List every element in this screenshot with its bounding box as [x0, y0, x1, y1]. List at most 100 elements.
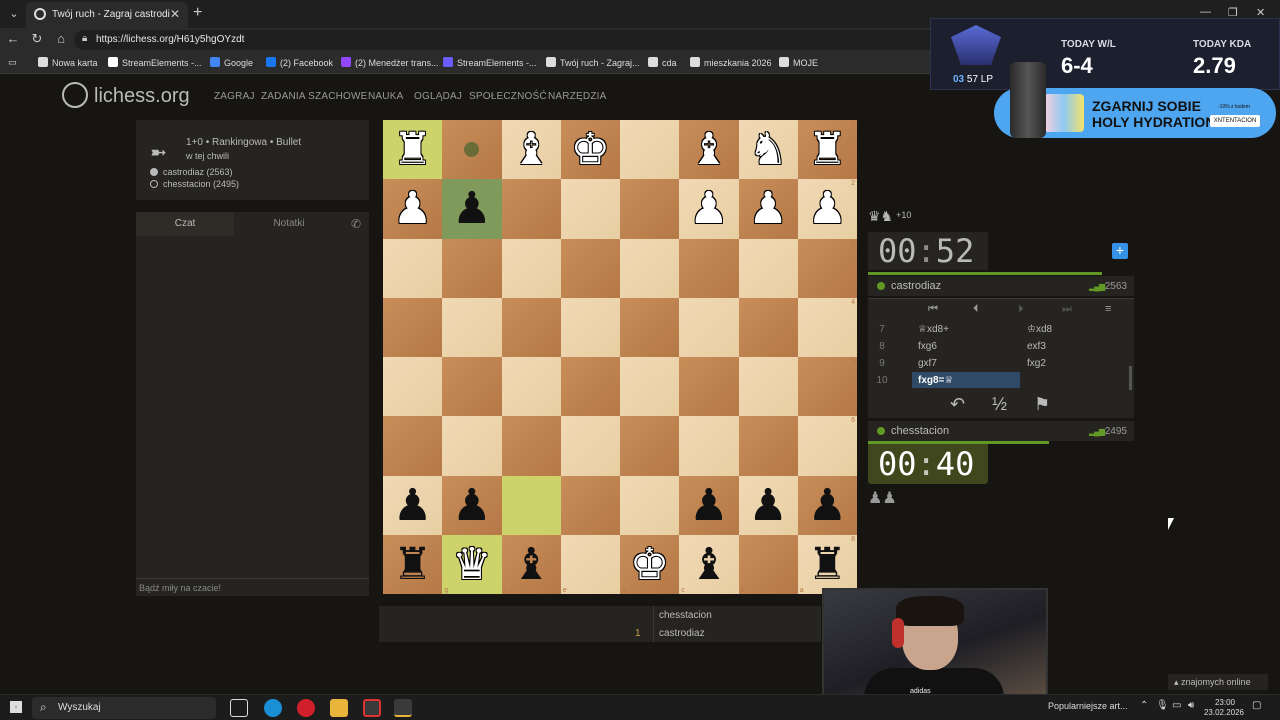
board-square[interactable]: 2 ♟ [797, 179, 857, 239]
taskbar-date[interactable]: 23.02.2026 [1200, 708, 1248, 717]
nav-community[interactable]: SPOŁECZNOŚĆ [469, 91, 547, 102]
my-player[interactable]: chesstacion ▂▄▆ 2495 [868, 421, 1134, 441]
tab-notes[interactable]: Notatki [234, 212, 344, 236]
bookmark-item[interactable]: Google [210, 57, 253, 68]
board-square[interactable] [501, 238, 561, 298]
volume-icon[interactable]: 🔊︎ [1188, 700, 1194, 711]
app-icon[interactable] [363, 699, 381, 717]
move-white[interactable]: ♕xd8+ [918, 324, 949, 335]
board-square[interactable] [442, 297, 502, 357]
bookmark-item[interactable]: cda [648, 57, 677, 68]
bookmark-folder[interactable]: mieszkania 2026 [690, 57, 772, 68]
board-square[interactable] [442, 238, 502, 298]
board-square[interactable] [501, 416, 561, 476]
white-queen-icon[interactable]: ♛ [442, 535, 501, 594]
board-square[interactable] [383, 357, 443, 417]
board-square[interactable]: g ♛ [442, 534, 502, 594]
board-square[interactable] [620, 238, 680, 298]
bookmark-item[interactable]: Nowa karta [38, 57, 98, 68]
board-square[interactable] [560, 297, 620, 357]
board-square[interactable] [501, 357, 561, 417]
last-move-icon[interactable]: ⏭ [1062, 303, 1072, 316]
minimize-icon[interactable]: — [1200, 6, 1211, 18]
tab-chat[interactable]: Czat [136, 212, 234, 236]
move-black[interactable]: exf3 [1027, 341, 1046, 352]
white-pawn-icon[interactable]: ♟ [739, 179, 798, 238]
browser-tab-active[interactable]: Twój ruch - Zagraj castrodiaz • lich ✕ [26, 2, 188, 28]
board-square[interactable]: ♞ [738, 120, 798, 180]
board-square[interactable] [679, 357, 739, 417]
new-tab-button[interactable]: + [193, 4, 202, 22]
board-square[interactable]: ♟ [679, 179, 739, 239]
board-square[interactable]: d ♚ [620, 534, 680, 594]
board-square[interactable] [560, 357, 620, 417]
board-square[interactable] [620, 297, 680, 357]
white-king-icon[interactable]: ♚ [561, 120, 620, 179]
board-square[interactable]: ♟ [442, 179, 502, 239]
board-square[interactable]: ♟ [679, 475, 739, 535]
board-square[interactable]: ♚ [560, 120, 620, 180]
board-square[interactable] [383, 416, 443, 476]
board-square[interactable]: ♝ [679, 120, 739, 180]
black-bishop-icon[interactable]: ♝ [679, 535, 738, 594]
board-square[interactable]: 4 [797, 297, 857, 357]
app-icon-active[interactable] [394, 699, 412, 717]
board-square[interactable] [738, 416, 798, 476]
first-move-icon[interactable]: ⏮ [928, 303, 938, 316]
board-square[interactable] [620, 475, 680, 535]
phone-icon[interactable]: ✆ [351, 217, 361, 231]
board-square[interactable]: 7 ♟ [797, 475, 857, 535]
black-pawn-icon[interactable]: ♟ [383, 476, 442, 535]
board-square[interactable]: ♟ [738, 475, 798, 535]
menu-icon[interactable]: ≡ [1105, 303, 1111, 315]
mic-icon[interactable]: 🎙︎ [1156, 700, 1169, 711]
black-bishop-icon[interactable]: ♝ [502, 535, 561, 594]
move-list-scrollbar[interactable] [1129, 366, 1132, 390]
board-square[interactable] [501, 475, 561, 535]
bookmark-item[interactable]: (2) Menedżer trans... [341, 57, 439, 68]
board-square[interactable]: ♟ [442, 475, 502, 535]
white-pawn-icon[interactable]: ♟ [679, 179, 738, 238]
board-square[interactable] [560, 475, 620, 535]
offer-draw-button[interactable]: ½ [992, 394, 1007, 415]
takeback-button[interactable]: ↶ [950, 394, 965, 415]
add-time-button[interactable]: + [1112, 243, 1128, 259]
crosstable-player[interactable]: castrodiaz [659, 628, 705, 639]
board-square[interactable] [738, 297, 798, 357]
nav-puzzles[interactable]: ZADANIA SZACHOWE [261, 91, 368, 102]
nav-tools[interactable]: NARZĘDZIA [548, 91, 606, 102]
windows-start-icon[interactable] [10, 701, 22, 713]
opera-icon[interactable] [297, 699, 315, 717]
tab-list-button[interactable]: ⌄ [4, 4, 24, 24]
board-square[interactable] [620, 357, 680, 417]
chat-input[interactable]: Bądź miły na czacie! [136, 578, 369, 596]
board-square[interactable] [560, 416, 620, 476]
tray-news[interactable]: Popularniejsze art... [1048, 701, 1128, 711]
address-bar[interactable]: 🔒︎ https://lichess.org/H61y5hgOYzdt [74, 30, 974, 50]
home-icon[interactable]: ⌂ [52, 31, 70, 46]
bookmark-item[interactable]: StreamElements -... [108, 57, 202, 68]
opponent-player[interactable]: castrodiaz ▂▄▆ 2563 [868, 276, 1134, 296]
crosstable-player[interactable]: chesstacion [659, 610, 712, 621]
board-square[interactable]: 8 a ♜ [797, 534, 857, 594]
chevron-up-icon[interactable]: ⌃ [1140, 700, 1148, 711]
bookmark-item[interactable]: StreamElements -... [443, 57, 537, 68]
black-pawn-icon[interactable]: ♟ [739, 476, 798, 535]
opponent-name[interactable]: castrodiaz [891, 280, 941, 292]
task-view-icon[interactable] [230, 699, 248, 717]
board-square[interactable]: ♜ [383, 120, 443, 180]
board-square[interactable]: ♟ [738, 179, 798, 239]
board-square[interactable]: c ♝ [679, 534, 739, 594]
white-bishop-icon[interactable]: ♝ [679, 120, 738, 179]
board-square[interactable] [620, 416, 680, 476]
black-pawn-icon[interactable]: ♟ [442, 476, 501, 535]
board-square[interactable] [560, 238, 620, 298]
black-pawn-icon[interactable]: ♟ [442, 179, 501, 238]
bookmark-item[interactable]: (2) Facebook [266, 57, 333, 68]
move-white-current[interactable]: fxg8=♕ [918, 375, 953, 386]
board-square[interactable] [442, 416, 502, 476]
board-square[interactable] [501, 179, 561, 239]
white-king-icon[interactable]: ♚ [620, 535, 679, 594]
close-tab-icon[interactable]: ✕ [170, 7, 180, 21]
white-bishop-icon[interactable]: ♝ [502, 120, 561, 179]
